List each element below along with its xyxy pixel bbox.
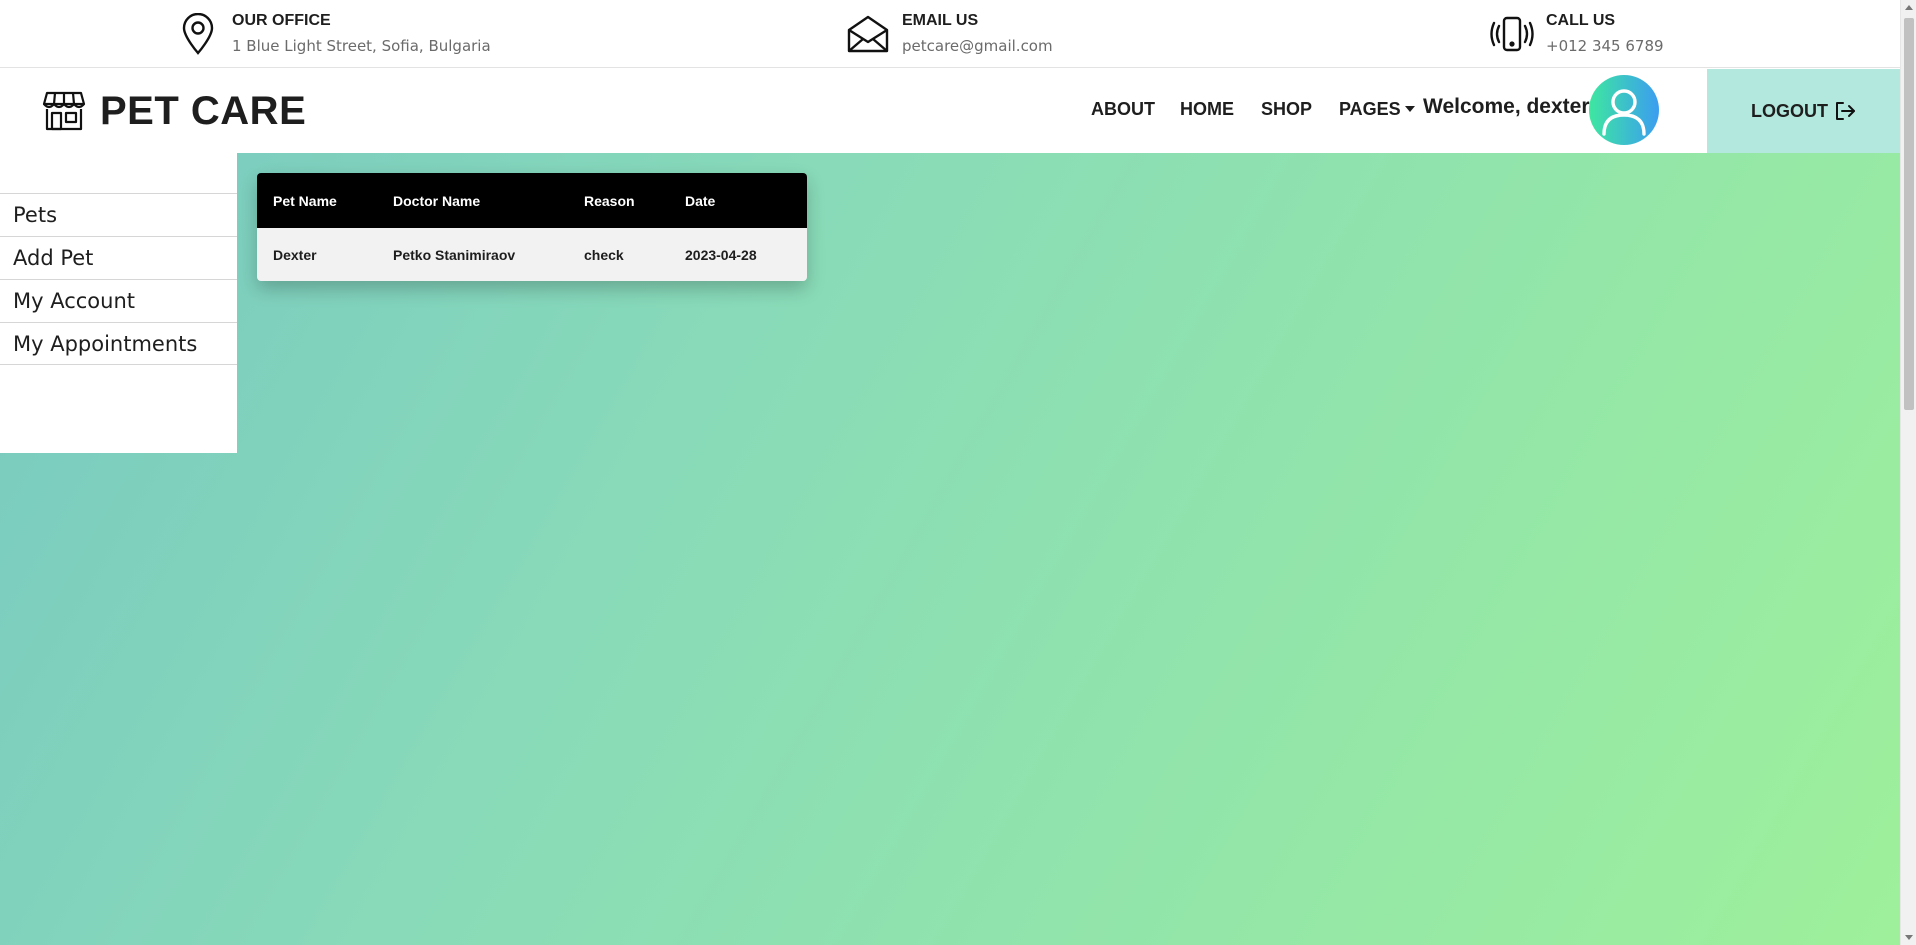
avatar[interactable] — [1589, 75, 1659, 145]
column-header-doctor-name: Doctor Name — [393, 192, 481, 209]
scroll-down-icon[interactable] — [1905, 935, 1913, 940]
logout-arrow-icon — [1836, 102, 1855, 120]
shop-icon — [42, 90, 88, 134]
column-header-reason: Reason — [584, 192, 635, 209]
brand-name: PET CARE — [100, 89, 307, 133]
nav-shop[interactable]: SHOP — [1261, 99, 1312, 120]
call-title: CALL US — [1546, 12, 1616, 29]
welcome-message: Welcome, dexter — [1423, 95, 1590, 118]
logout-button[interactable]: LOGOUT — [1707, 69, 1900, 153]
cell-date: 2023-04-28 — [685, 246, 757, 263]
user-icon — [1602, 89, 1646, 136]
call-number: +012 345 6789 — [1546, 37, 1664, 55]
nav-home[interactable]: HOME — [1180, 99, 1234, 120]
email-title: EMAIL US — [902, 12, 979, 29]
column-header-pet-name: Pet Name — [273, 192, 337, 209]
scrollbar-thumb[interactable] — [1904, 18, 1914, 410]
sidebar-item-my-appointments[interactable]: My Appointments — [0, 322, 237, 365]
table-header-row: Pet Name Doctor Name Reason Date — [257, 173, 807, 228]
contact-bar: OUR OFFICE 1 Blue Light Street, Sofia, B… — [0, 0, 1900, 68]
cell-reason: check — [584, 246, 624, 263]
column-header-date: Date — [685, 192, 716, 209]
nav-about[interactable]: ABOUT — [1091, 99, 1155, 120]
call-contact: CALL US +012 345 6789 — [1490, 10, 1664, 58]
main-content: Pets Add Pet My Account My Appointments … — [0, 153, 1900, 945]
office-contact: OUR OFFICE 1 Blue Light Street, Sofia, B… — [176, 10, 491, 58]
sidebar: Pets Add Pet My Account My Appointments — [0, 153, 237, 453]
table-row: Dexter Petko Stanimiraov check 2023-04-2… — [257, 228, 807, 281]
sidebar-menu: Pets Add Pet My Account My Appointments — [0, 193, 237, 365]
phone-vibrate-icon — [1490, 10, 1534, 58]
sidebar-item-my-account[interactable]: My Account — [0, 279, 237, 322]
logout-label: LOGOUT — [1751, 100, 1828, 121]
map-pin-icon — [176, 10, 220, 58]
appointments-table: Pet Name Doctor Name Reason Date Dexter … — [257, 173, 807, 281]
appointments-table-card: Pet Name Doctor Name Reason Date Dexter … — [257, 173, 807, 281]
office-address: 1 Blue Light Street, Sofia, Bulgaria — [232, 37, 491, 55]
main-navbar: PET CARE ABOUT HOME SHOP PAGES Welcome, … — [0, 69, 1900, 153]
brand-link[interactable]: PET CARE — [42, 89, 306, 134]
sidebar-item-pets[interactable]: Pets — [0, 193, 237, 236]
cell-doctor-name: Petko Stanimiraov — [393, 246, 516, 263]
page-scrollbar[interactable] — [1900, 0, 1916, 945]
cell-pet-name: Dexter — [273, 246, 317, 263]
nav-pages-label: PAGES — [1339, 99, 1401, 119]
sidebar-item-add-pet[interactable]: Add Pet — [0, 236, 237, 279]
nav-pages-dropdown[interactable]: PAGES — [1339, 99, 1415, 120]
chevron-down-icon — [1404, 105, 1415, 112]
envelope-icon — [846, 10, 890, 58]
email-address: petcare@gmail.com — [902, 37, 1053, 55]
office-title: OUR OFFICE — [232, 12, 331, 29]
email-contact: EMAIL US petcare@gmail.com — [846, 10, 1053, 58]
scroll-up-icon[interactable] — [1905, 5, 1913, 10]
